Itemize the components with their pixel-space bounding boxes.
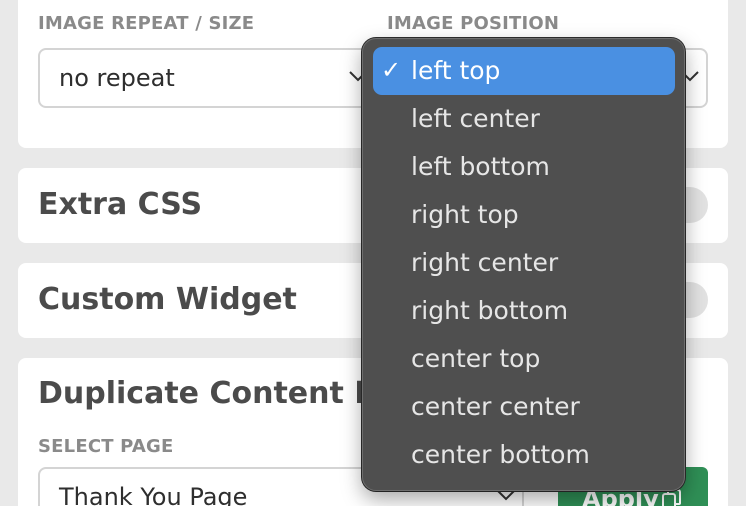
custom-widget-title: Custom Widget xyxy=(38,282,297,317)
duplicate-content-title: Duplicate Content Fro xyxy=(38,376,409,411)
image-repeat-label: IMAGE REPEAT / SIZE xyxy=(38,13,255,34)
menu-item-label: left top xyxy=(411,56,501,85)
extra-css-title: Extra CSS xyxy=(38,187,203,222)
menu-item-center-top[interactable]: center top xyxy=(373,335,675,383)
image-repeat-value: no repeat xyxy=(59,64,175,92)
menu-item-center-center[interactable]: center center xyxy=(373,383,675,431)
menu-item-center-bottom[interactable]: center bottom xyxy=(373,431,675,479)
menu-item-label: right center xyxy=(411,248,559,277)
menu-item-label: center top xyxy=(411,344,541,373)
menu-item-label: right bottom xyxy=(411,296,569,325)
menu-item-left-bottom[interactable]: left bottom xyxy=(373,143,675,191)
menu-item-left-center[interactable]: left center xyxy=(373,95,675,143)
checkmark-icon: ✓ xyxy=(381,56,402,84)
image-position-label: IMAGE POSITION xyxy=(387,13,560,34)
select-page-label: SELECT PAGE xyxy=(38,436,174,457)
menu-item-right-bottom[interactable]: right bottom xyxy=(373,287,675,335)
image-repeat-select[interactable]: no repeat xyxy=(38,48,368,108)
menu-item-label: right top xyxy=(411,200,519,229)
menu-item-label: center bottom xyxy=(411,440,590,469)
menu-item-label: left bottom xyxy=(411,152,550,181)
menu-item-label: left center xyxy=(411,104,540,133)
menu-item-label: center center xyxy=(411,392,580,421)
select-page-value: Thank You Page xyxy=(59,483,248,506)
menu-item-right-center[interactable]: right center xyxy=(373,239,675,287)
menu-item-left-top[interactable]: ✓ left top xyxy=(373,47,675,95)
image-position-menu: ✓ left top left center left bottom right top… xyxy=(362,38,685,491)
menu-item-right-top[interactable]: right top xyxy=(373,191,675,239)
